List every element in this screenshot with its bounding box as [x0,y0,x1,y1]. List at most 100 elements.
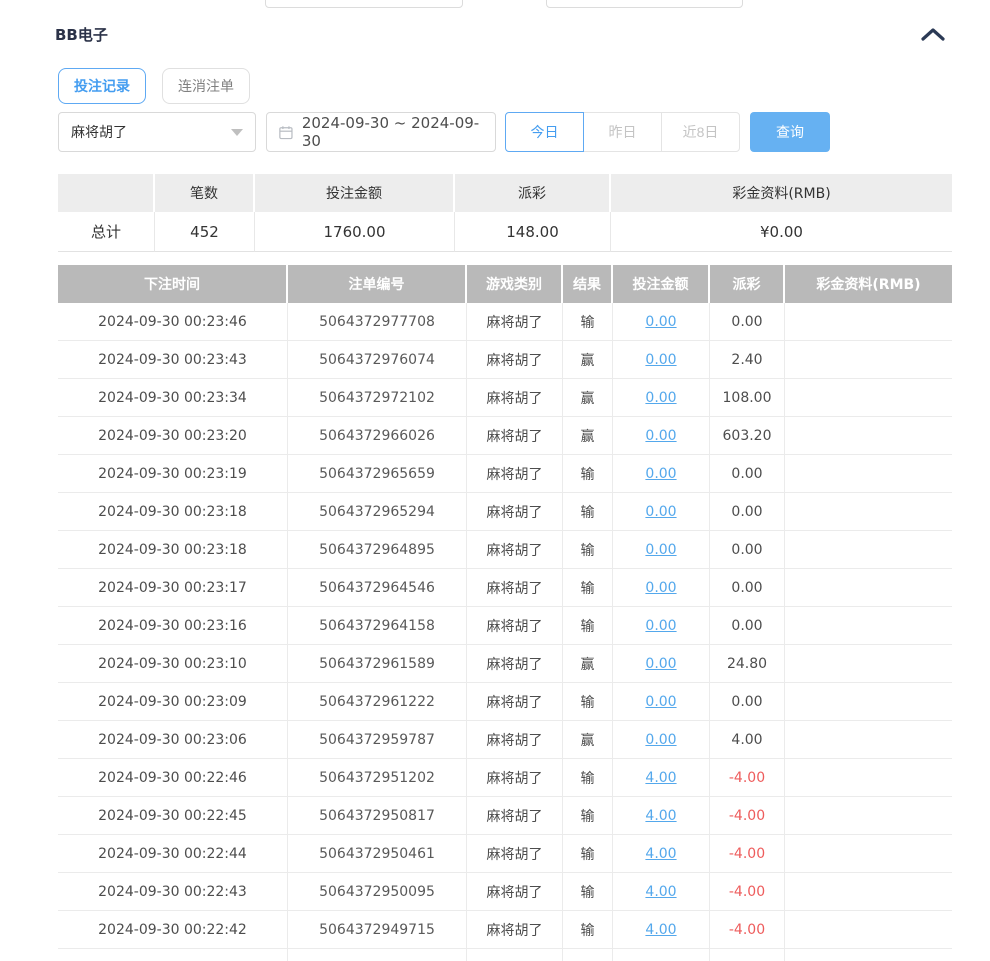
query-button[interactable]: 查询 [750,112,830,152]
summary-col-count: 笔数 [155,174,255,212]
cell-bet-time: 2024-09-30 00:23:34 [58,379,288,417]
bet-amount-link[interactable]: 4.00 [645,846,676,862]
cell-game-type: 麻将胡了 [467,493,563,531]
cell-bonus [785,797,952,835]
cell-bet-id: 5064372950461 [288,835,467,873]
summary-total-payout: 148.00 [455,212,611,252]
cell-bet-time: 2024-09-30 00:23:17 [58,569,288,607]
cell-result: 输 [563,873,613,911]
cell-bet-id: 5064372972102 [288,379,467,417]
table-row: 2024-09-30 00:23:16 5064372964158 麻将胡了输 0.0… [58,607,952,645]
last-8-days-button[interactable]: 近8日 [661,112,740,152]
filter-bar: 麻将胡了 2024-09-30 ~ 2024-09-30 今日 昨日 近8日 查… [58,112,830,152]
records-col-time: 下注时间 [58,265,288,303]
table-row: 2024-09-30 00:23:20 5064372966026 麻将胡了赢 0.0… [58,417,952,455]
summary-total-label: 总计 [58,212,155,252]
bet-amount-link[interactable]: 4.00 [645,770,676,786]
cell-game-type: 麻将胡了 [467,531,563,569]
summary-col-blank [58,174,155,212]
bet-amount-link[interactable]: 0.00 [645,580,676,596]
tab-betting-records[interactable]: 投注记录 [58,68,146,104]
cell-game-type: 麻将胡了 [467,417,563,455]
cell-bet-time: 2024-09-30 00:22:42 [58,911,288,949]
cell-empty [613,949,710,961]
bet-amount-link[interactable]: 4.00 [645,922,676,938]
cell-game-type: 麻将胡了 [467,797,563,835]
cell-bet-id: 5064372964895 [288,531,467,569]
cell-bet-amount: 4.00 [613,835,710,873]
cell-payout: 0.00 [710,303,785,341]
cell-payout: -4.00 [710,835,785,873]
cell-bet-amount: 0.00 [613,303,710,341]
yesterday-button[interactable]: 昨日 [583,112,662,152]
bet-amount-link[interactable]: 0.00 [645,504,676,520]
cell-bet-id: 5064372965659 [288,455,467,493]
cell-bet-amount: 0.00 [613,417,710,455]
cell-bet-id: 5064372964546 [288,569,467,607]
bet-amount-link[interactable]: 4.00 [645,808,676,824]
bet-amount-link[interactable]: 0.00 [645,542,676,558]
bet-amount-link[interactable]: 0.00 [645,352,676,368]
table-row: 2024-09-30 00:23:18 5064372964895 麻将胡了输 0.0… [58,531,952,569]
cell-bonus [785,379,952,417]
game-select[interactable]: 麻将胡了 [58,112,256,152]
cell-result: 输 [563,911,613,949]
cell-bonus [785,607,952,645]
cell-payout: 0.00 [710,569,785,607]
quick-date-buttons: 今日 昨日 近8日 [505,112,740,152]
bet-amount-link[interactable]: 0.00 [645,732,676,748]
records-body: 2024-09-30 00:23:46 5064372977708 麻将胡了输 0.0… [58,303,952,961]
cell-bet-time: 2024-09-30 00:22:45 [58,797,288,835]
cell-bonus [785,911,952,949]
cell-bonus [785,417,952,455]
records-col-bet-id: 注单编号 [288,265,467,303]
bet-amount-link[interactable]: 0.00 [645,314,676,330]
cell-bet-time: 2024-09-30 00:23:10 [58,645,288,683]
cell-payout: 0.00 [710,493,785,531]
cell-payout: 603.20 [710,417,785,455]
summary-header-row: 笔数 投注金额 派彩 彩金资料(RMB) [58,174,952,212]
cell-game-type: 麻将胡了 [467,569,563,607]
cell-payout: -4.00 [710,797,785,835]
records-table: 下注时间 注单编号 游戏类别 结果 投注金额 派彩 彩金资料(RMB) 2024… [58,265,952,961]
cutoff-box-right [546,0,743,8]
bet-amount-link[interactable]: 4.00 [645,884,676,900]
calendar-icon [279,125,293,139]
cell-payout: 0.00 [710,455,785,493]
cell-bet-id: 5064372966026 [288,417,467,455]
cell-game-type: 麻将胡了 [467,721,563,759]
cell-bet-id: 5064372951202 [288,759,467,797]
summary-total-row: 总计 452 1760.00 148.00 ¥0.00 [58,212,952,252]
cell-result: 赢 [563,341,613,379]
cell-bonus [785,493,952,531]
chevron-up-icon[interactable] [920,25,946,45]
cell-bet-time: 2024-09-30 00:23:43 [58,341,288,379]
summary-col-bonus: 彩金资料(RMB) [611,174,952,212]
table-row: 2024-09-30 00:22:46 5064372951202 麻将胡了输 4.0… [58,759,952,797]
cell-game-type: 麻将胡了 [467,645,563,683]
cell-bet-amount: 4.00 [613,759,710,797]
cell-payout: -4.00 [710,873,785,911]
bet-amount-link[interactable]: 0.00 [645,694,676,710]
cell-bet-time: 2024-09-30 00:22:46 [58,759,288,797]
cell-bet-amount: 4.00 [613,911,710,949]
tab-cancelled-bets[interactable]: 连消注单 [162,68,250,104]
cell-game-type: 麻将胡了 [467,607,563,645]
cell-result: 赢 [563,379,613,417]
bet-amount-link[interactable]: 0.00 [645,656,676,672]
today-button[interactable]: 今日 [505,112,584,152]
cell-game-type: 麻将胡了 [467,911,563,949]
cell-game-type: 麻将胡了 [467,683,563,721]
bet-amount-link[interactable]: 0.00 [645,618,676,634]
cell-bet-time: 2024-09-30 00:23:19 [58,455,288,493]
cell-payout: -4.00 [710,759,785,797]
date-range-input[interactable]: 2024-09-30 ~ 2024-09-30 [266,112,496,152]
bet-amount-link[interactable]: 0.00 [645,428,676,444]
cell-bonus [785,341,952,379]
record-tabs: 投注记录 连消注单 [58,68,250,104]
cell-payout: -4.00 [710,911,785,949]
bet-amount-link[interactable]: 0.00 [645,466,676,482]
cell-bonus [785,455,952,493]
cell-bonus [785,721,952,759]
bet-amount-link[interactable]: 0.00 [645,390,676,406]
